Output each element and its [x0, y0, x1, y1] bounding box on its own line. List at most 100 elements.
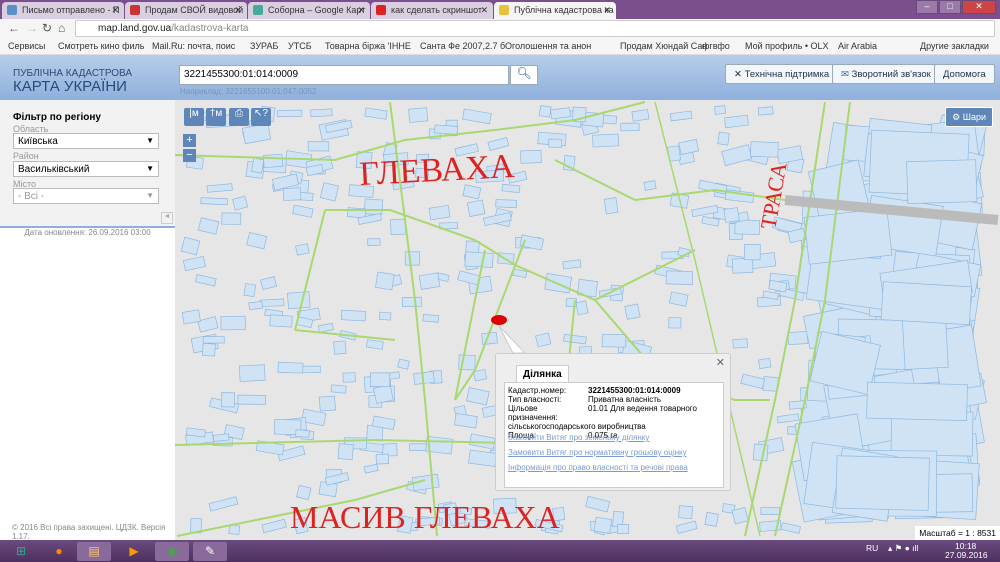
bookmark-item[interactable]: Смотреть кино филь [58, 41, 144, 51]
layers-button[interactable]: ⚙ Шари [945, 107, 993, 127]
parcel[interactable] [259, 298, 285, 308]
parcel[interactable] [180, 236, 201, 256]
bookmark-item[interactable]: Мой профиль • OLX [745, 41, 829, 51]
parcel[interactable] [704, 511, 719, 527]
parcel[interactable] [643, 180, 657, 191]
parcel[interactable] [593, 516, 613, 534]
cadastre-search-input[interactable]: 3221455300:01:014:0009 [179, 65, 509, 85]
parcel[interactable] [390, 218, 407, 236]
parcel[interactable] [620, 122, 640, 132]
parcel[interactable] [466, 387, 490, 406]
parcel[interactable] [563, 333, 587, 345]
parcel[interactable] [750, 141, 779, 158]
parcel[interactable] [624, 303, 641, 320]
bookmark-item[interactable]: Оголошення та анон [505, 41, 591, 51]
parcel[interactable] [776, 413, 800, 424]
parcel[interactable] [310, 108, 333, 118]
chrome-icon[interactable]: ◉ [155, 542, 189, 561]
parcel[interactable] [535, 332, 552, 348]
bookmark-item[interactable]: Санта Фе 2007,2.7 б [420, 41, 505, 51]
close-tab-icon[interactable]: ✕ [357, 5, 365, 16]
home-icon[interactable]: ⌂ [58, 21, 65, 35]
parcel[interactable] [375, 453, 390, 465]
parcel[interactable] [319, 182, 340, 202]
parcel[interactable] [375, 271, 395, 291]
parcel[interactable] [678, 138, 700, 155]
bookmark-item[interactable]: Air Arabia [838, 41, 877, 51]
forward-icon[interactable]: → [26, 21, 38, 35]
parcel[interactable] [237, 394, 267, 405]
parcel[interactable] [780, 522, 801, 534]
minimize-button[interactable]: – [916, 0, 938, 14]
parcel[interactable] [418, 272, 441, 290]
parcel[interactable] [740, 373, 766, 389]
parcel[interactable] [731, 257, 754, 274]
collapse-sidebar-button[interactable]: ◄ [161, 212, 173, 224]
parcel[interactable] [724, 114, 749, 129]
parcel[interactable] [717, 131, 730, 146]
parcel[interactable] [373, 384, 394, 404]
clock-date[interactable]: 27.09.2016 [945, 551, 988, 560]
parcel[interactable] [221, 212, 242, 225]
browser-tab[interactable]: Письмо отправлено - П ✕ [2, 2, 124, 19]
parcel[interactable] [296, 484, 312, 501]
parcel[interactable] [617, 524, 630, 535]
start-button[interactable]: ⊞ [4, 542, 38, 561]
parcel[interactable] [743, 244, 761, 261]
raion-select[interactable]: Васильківський ▼ [13, 161, 159, 177]
help-button[interactable]: Допомога [934, 64, 995, 84]
close-window-button[interactable]: ✕ [962, 0, 996, 14]
parcel[interactable] [758, 357, 772, 370]
bookmark-item[interactable]: Сервисы [8, 41, 45, 51]
parcel[interactable] [562, 259, 582, 270]
parcel[interactable] [601, 333, 627, 348]
parcel[interactable] [238, 364, 266, 382]
print-button[interactable]: ⎙ [229, 108, 249, 126]
bookmark-item[interactable]: Продам Хюндай Сан [620, 41, 707, 51]
parcel[interactable] [454, 412, 478, 429]
parcel[interactable] [212, 433, 230, 442]
bookmark-item[interactable]: УТСБ [288, 41, 312, 51]
parcel[interactable] [668, 317, 682, 329]
parcel[interactable] [752, 443, 769, 462]
parcel[interactable] [182, 255, 206, 272]
close-tab-icon[interactable]: ✕ [234, 5, 242, 16]
parcel[interactable] [548, 138, 563, 148]
parcel[interactable] [787, 331, 809, 346]
parcel[interactable] [714, 105, 727, 115]
bookmark-item[interactable]: Другие закладки [920, 41, 989, 51]
parcel[interactable] [317, 322, 334, 333]
zoom-out-button[interactable]: − [183, 149, 196, 162]
identify-button[interactable]: ↖? [251, 108, 271, 126]
parcel[interactable] [520, 149, 542, 164]
parcel[interactable] [731, 507, 749, 525]
media-player-icon[interactable]: ▶ [117, 542, 151, 561]
parcel[interactable] [366, 339, 384, 350]
parcel[interactable] [295, 243, 310, 256]
parcel[interactable] [208, 496, 239, 512]
bookmark-item[interactable]: Mail.Ru: почта, поис [152, 41, 235, 51]
bookmark-item[interactable]: фгвфо [702, 41, 730, 51]
maximize-button[interactable]: □ [939, 0, 961, 14]
bookmark-item[interactable]: Товарна біржа 'ІННЕ [325, 41, 411, 51]
zoom-in-button[interactable]: + [183, 134, 196, 147]
explorer-icon[interactable]: ▤ [77, 542, 111, 561]
parcel[interactable] [232, 195, 249, 211]
parcel[interactable] [495, 199, 518, 209]
parcel[interactable] [404, 251, 420, 266]
parcel[interactable] [269, 314, 293, 328]
browser-tab[interactable]: Продам СВОЙ видовой ✕ [125, 2, 247, 19]
close-icon[interactable]: ✕ [716, 356, 725, 369]
parcel[interactable] [550, 107, 572, 120]
support-button[interactable]: ✕ Технічна підтримка [725, 64, 839, 84]
browser-tab[interactable]: как сделать скриншот ✕ [371, 2, 493, 19]
parcel[interactable] [369, 372, 391, 387]
parcel[interactable] [202, 336, 225, 344]
parcel[interactable] [757, 106, 774, 116]
parcel[interactable] [340, 309, 367, 322]
url-input[interactable]: map.land.gov.ua/kadastrova-karta [75, 20, 995, 37]
measure-area-button[interactable]: †м [206, 108, 226, 126]
parcel[interactable] [200, 197, 228, 206]
paint-icon[interactable]: ✎ [193, 542, 227, 561]
parcel[interactable] [631, 109, 650, 122]
